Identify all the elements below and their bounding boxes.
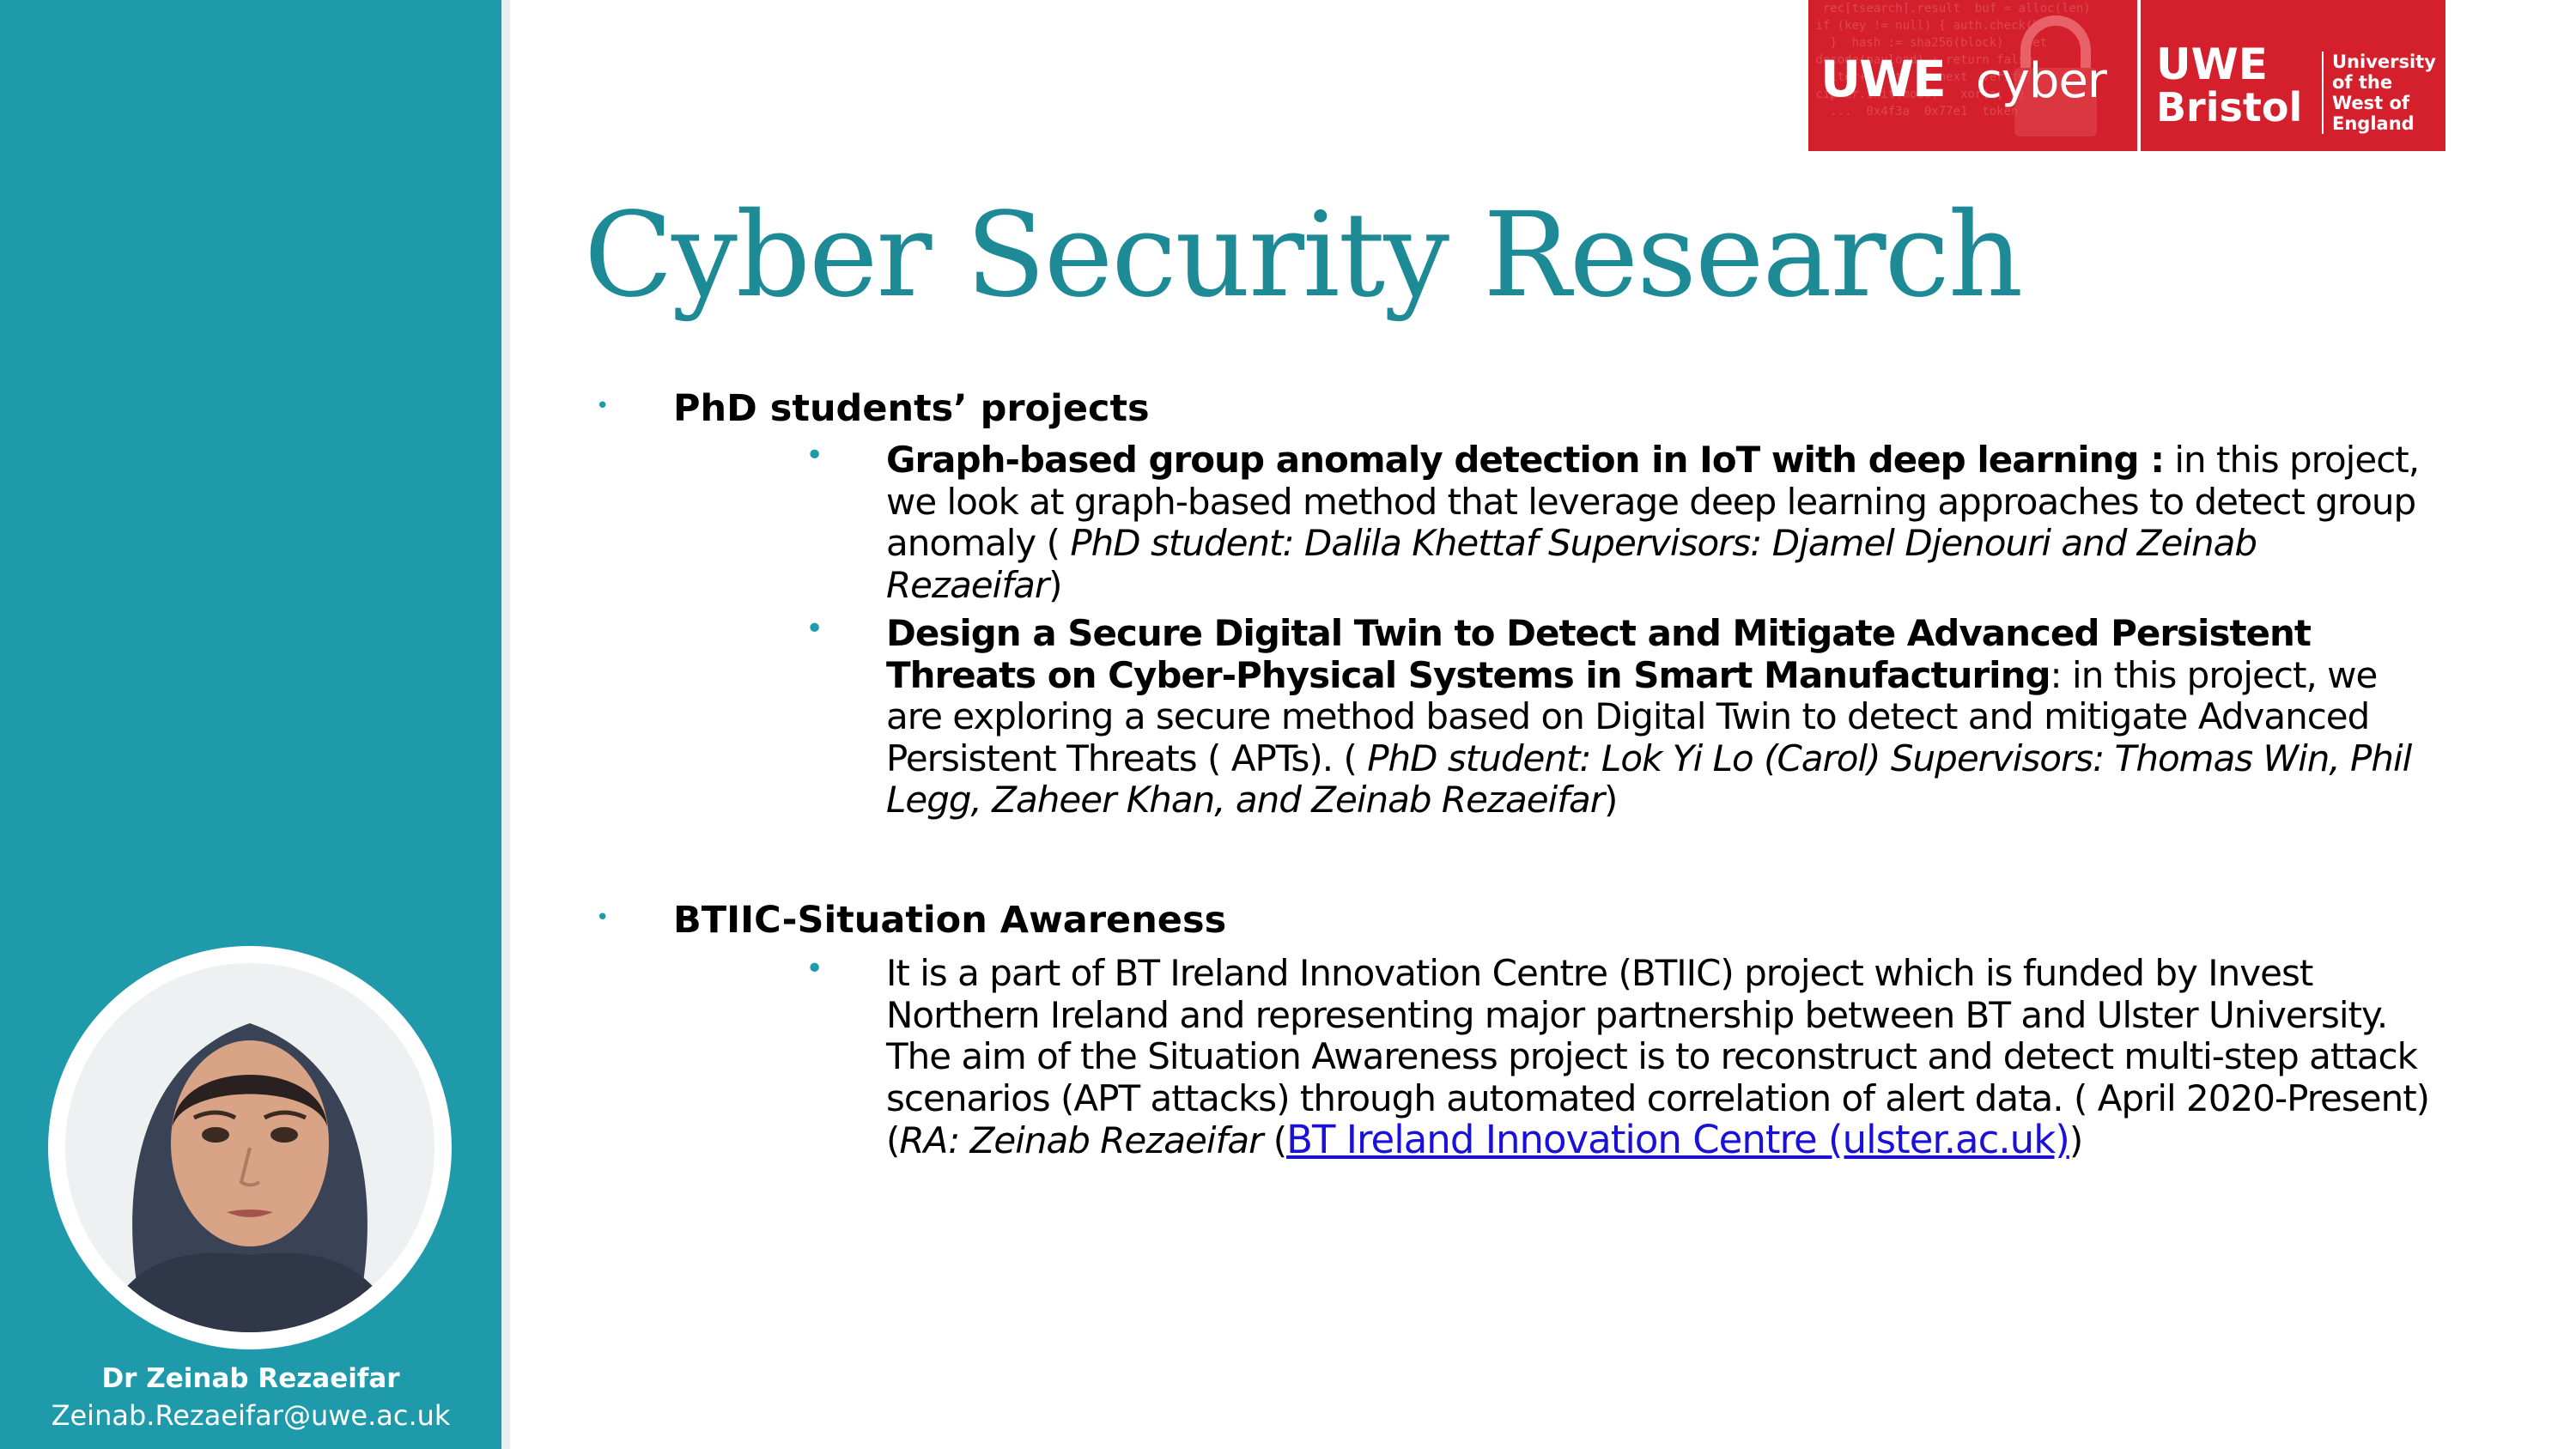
project-item: Design a Secure Digital Twin to Detect a… [886, 612, 2432, 822]
logo-uwe-bristol-bristol: Bristol [2156, 84, 2303, 130]
project-close: ) [1048, 563, 1062, 606]
logo-univ-line: of the [2332, 72, 2393, 93]
bullet-icon: • [805, 438, 824, 473]
uwe-cyber-logo: rec[tsearch].result buf = alloc(len) if … [1808, 0, 2445, 151]
project-item: It is a part of BT Ireland Innovation Ce… [886, 952, 2432, 1162]
profile-email: Zeinab.Rezaeifar@uwe.ac.uk [51, 1399, 451, 1432]
project-close: ) [1604, 779, 1618, 821]
sidebar-edge [501, 0, 510, 1449]
btiic-link[interactable]: BT Ireland Innovation Centre (ulster.ac.… [1286, 1117, 2070, 1162]
bullet-icon: • [805, 611, 824, 646]
bullet-icon: • [805, 951, 824, 986]
logo-univ-line: England [2332, 113, 2415, 134]
project-close: ) [2069, 1119, 2083, 1161]
link-open: ( [1262, 1119, 1287, 1161]
logo-uwe-bristol-uwe: UWE [2156, 39, 2268, 89]
project-credit: RA: Zeinab Rezaeifar [899, 1119, 1263, 1161]
bullet-icon: • [596, 905, 610, 931]
profile-name: Dr Zeinab Rezaeifar [101, 1363, 400, 1394]
section-heading: PhD students’ projects [673, 387, 1150, 430]
logo-univ-line: University [2332, 52, 2436, 72]
logo-university-name: University of the West of England [2332, 52, 2444, 134]
logo-rule [2322, 52, 2324, 134]
logo-univ-line: West of [2332, 93, 2410, 113]
project-credit: PhD student: Dalila Khettaf Supervisors:… [886, 522, 2257, 606]
logo-uwe-text: UWE [1820, 50, 1947, 108]
portrait-image [65, 963, 434, 1332]
project-title: Graph-based group anomaly detection in I… [886, 439, 2165, 481]
logo-cyber-text: cyber [1976, 53, 2107, 109]
avatar [65, 963, 434, 1332]
project-item: Graph-based group anomaly detection in I… [886, 439, 2432, 606]
logo-divider [2137, 0, 2141, 151]
bullet-icon: • [596, 393, 610, 419]
page-title: Cyber Security Research [584, 188, 2023, 324]
section-heading: BTIIC-Situation Awareness [673, 899, 1227, 942]
